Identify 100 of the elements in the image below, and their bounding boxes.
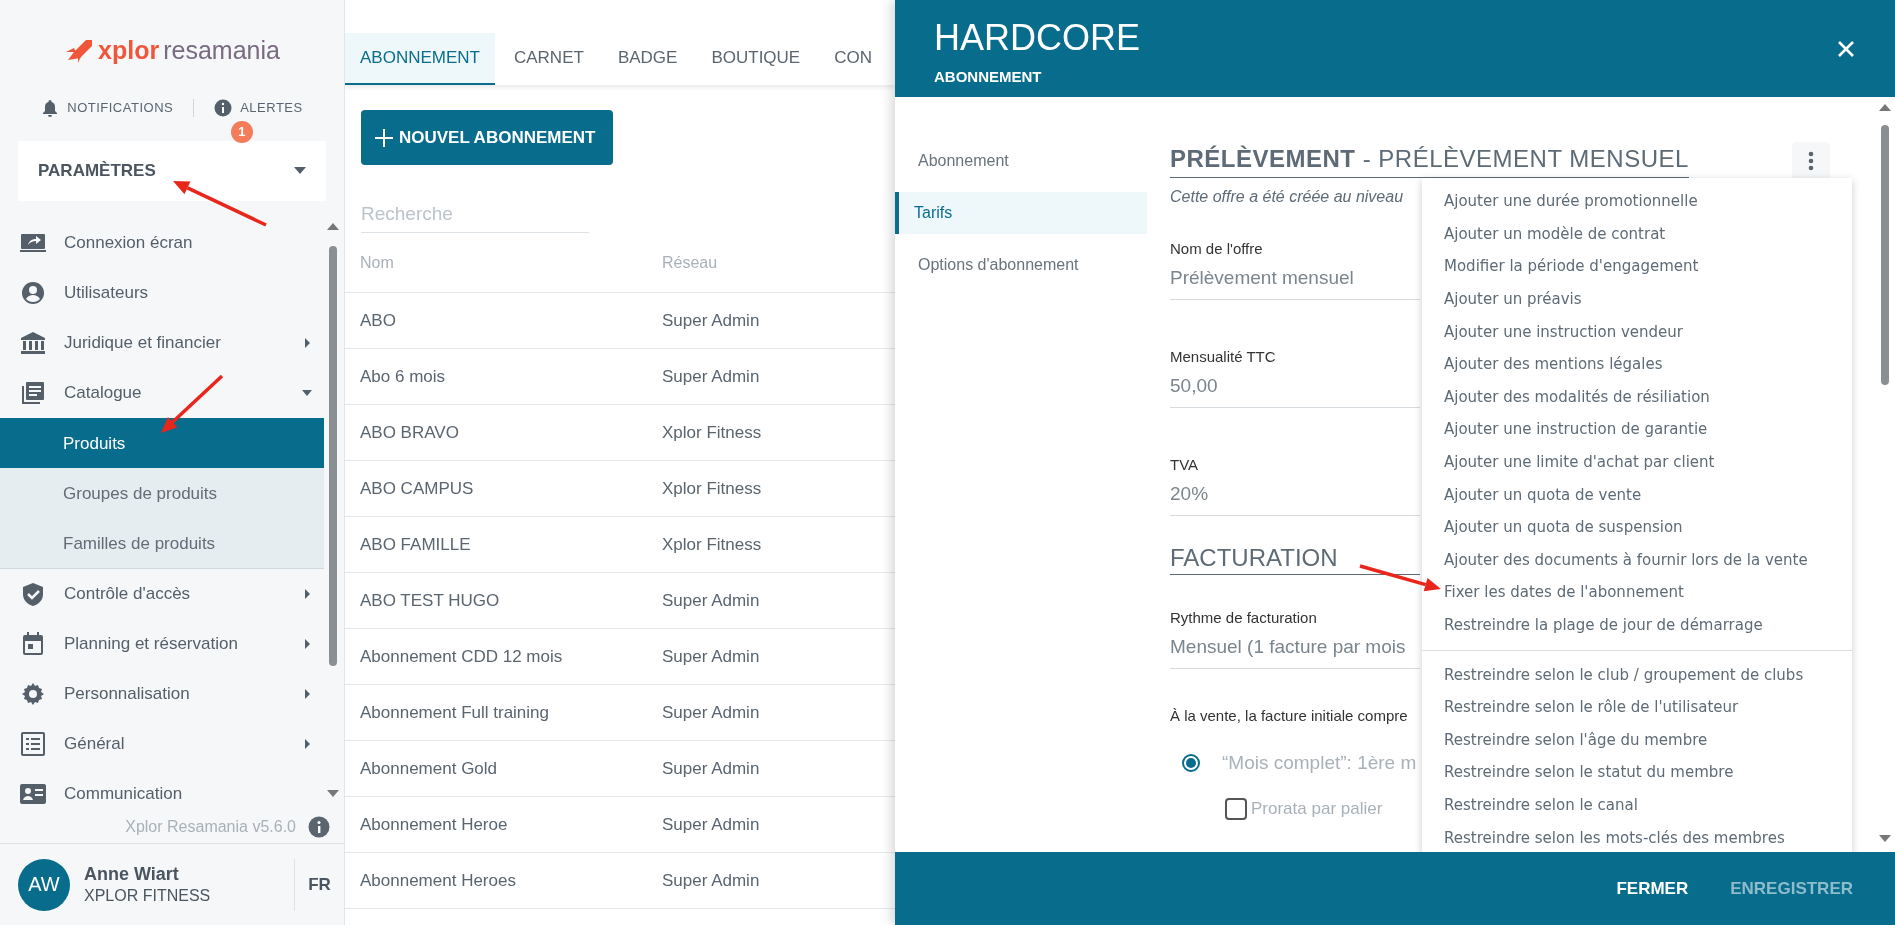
menu-item[interactable]: Restreindre selon le rôle de l'utilisateur [1422, 690, 1852, 724]
plus-icon [375, 128, 393, 147]
field-label: TVA [1170, 456, 1200, 473]
column-header: Nom [360, 253, 395, 272]
table-cell-text: Abonnement Heroe [360, 814, 509, 835]
input-field[interactable]: Mensuel (1 facture par mois [1170, 626, 1420, 669]
catalog-icon [20, 380, 46, 405]
menu-item[interactable]: Ajouter des modalités de résiliation [1422, 380, 1852, 414]
checkbox-label: Prorata par palier [1251, 799, 1383, 819]
field-label: Nom de l'offre [1170, 240, 1264, 257]
table-cell: Super Admin [662, 590, 760, 611]
menu-item[interactable]: Fixer les dates de l'abonnement [1422, 576, 1852, 609]
menu-item[interactable]: Restreindre selon l'âge du membre [1422, 723, 1852, 757]
tab[interactable]: BADGE [602, 33, 693, 85]
radio-button[interactable] [1182, 754, 1200, 772]
sidebar-subitem[interactable]: Groupes de produits [0, 467, 324, 518]
menu-item[interactable]: Restreindre selon le canal [1422, 788, 1852, 822]
menu-item[interactable]: Restreindre selon le statut du membre [1422, 756, 1852, 789]
menu-item[interactable]: Ajouter un quota de suspension [1422, 510, 1852, 544]
menu-item[interactable]: Ajouter une instruction de garantie [1422, 413, 1852, 446]
menu-item[interactable]: Ajouter un modèle de contrat [1422, 217, 1852, 251]
caret-icon [302, 387, 312, 398]
menu-item[interactable]: Ajouter une durée promotionnelle [1422, 185, 1852, 218]
caret-icon [302, 588, 312, 599]
table-cell: Super Admin [662, 758, 760, 779]
table-cell-text: ABO BRAVO [360, 422, 460, 443]
panel-title: HARDCORE [934, 18, 1140, 58]
info-icon [214, 98, 233, 117]
header-link[interactable]: NOTIFICATIONS [21, 98, 194, 117]
new-subscription-button[interactable]: NOUVEL ABONNEMENT [361, 110, 614, 165]
menu-item[interactable]: Ajouter une limite d'achat par client [1422, 445, 1852, 479]
menu-item[interactable]: Ajouter des documents à fournir lors de la vente [1422, 543, 1852, 577]
panel-nav-item[interactable]: Options d'abonnement [895, 244, 1147, 286]
gear-icon [20, 681, 46, 706]
menu-item[interactable]: Ajouter un préavis [1422, 282, 1852, 316]
table-cell: Super Admin [662, 366, 760, 387]
tab[interactable]: CARNET [498, 33, 599, 85]
table-cell-text: ABO FAMILLE [360, 534, 472, 555]
table-cell: Super Admin [662, 310, 760, 331]
menu-item[interactable]: Restreindre selon le club / groupement de clubs [1422, 658, 1852, 691]
user-avatar: AW [18, 858, 70, 911]
sidebar-item[interactable]: Personnalisation [0, 668, 324, 719]
panel-subtitle: ABONNEMENT [934, 68, 1043, 85]
annotation-arrow [161, 374, 224, 433]
table-cell: Xplor Fitness [662, 422, 762, 443]
table-cell: Xplor Fitness [662, 534, 762, 555]
kebab-icon [1808, 151, 1814, 171]
tab[interactable]: ABONNEMENT [345, 33, 495, 85]
panel-nav-item[interactable]: Abonnement [895, 140, 1147, 182]
sidebar-item[interactable]: Planning et réservation [0, 618, 324, 669]
sidebar-item[interactable]: Juridique et financier [0, 317, 324, 368]
bell-icon [41, 98, 60, 117]
panel-nav-item[interactable]: Tarifs [895, 192, 1147, 234]
table-cell-text: Abonnement CDD 12 mois [360, 646, 564, 667]
sidebar-item[interactable]: Utilisateurs [0, 267, 324, 318]
radio-label: “Mois complet”: 1ère m [1222, 752, 1417, 774]
info-icon[interactable] [308, 816, 330, 839]
caret-icon [302, 337, 312, 348]
sidebar-item[interactable]: Communication [0, 768, 324, 812]
input-field[interactable]: Prélèvement mensuel [1170, 257, 1420, 300]
footer-button[interactable]: FERMER [1604, 868, 1701, 909]
list-icon [20, 731, 46, 756]
menu-item[interactable]: Ajouter une instruction vendeur [1422, 315, 1852, 348]
user-icon [20, 280, 46, 305]
table-cell: Super Admin [662, 702, 760, 723]
menu-item[interactable]: Restreindre la plage de jour de démarrage [1422, 608, 1852, 642]
table-cell-text: ABO CAMPUS [360, 478, 475, 499]
sidebar-subitem[interactable]: Familles de produits [0, 517, 324, 568]
sidebar-subitem[interactable]: Produits [0, 417, 324, 468]
info-text: Cette offre a été créée au niveau [1170, 188, 1405, 206]
table-cell: Super Admin [662, 870, 760, 891]
menu-item[interactable]: Modifier la période d'engagement [1422, 250, 1852, 283]
field-label: À la vente, la facture initiale compre [1170, 707, 1409, 724]
table-cell-text: Abonnement Full training [360, 702, 550, 723]
table-cell-text: Abonnement Gold [360, 758, 499, 779]
menu-item[interactable]: Restreindre selon les mots-clés des membres [1422, 821, 1852, 852]
contact-card-icon [20, 781, 46, 806]
input-field[interactable]: 20% [1170, 473, 1420, 516]
sidebar-item[interactable]: Général [0, 718, 324, 769]
tab[interactable]: BOUTIQUE [696, 33, 816, 85]
checkbox[interactable] [1225, 798, 1247, 820]
user-name: Anne Wiart [84, 864, 180, 886]
organization-name: XPLOR FITNESS [84, 887, 212, 906]
table-cell-text: Abo 6 mois [360, 366, 447, 387]
close-icon [1837, 40, 1855, 58]
section-dropdown[interactable]: PARAMÈTRES [18, 140, 326, 201]
version-text: Xplor Resamania v5.6.0 [125, 818, 296, 837]
section-heading: FACTURATION [1170, 544, 1420, 575]
caret-icon [302, 688, 312, 699]
sidebar-item[interactable]: Connexion écran [0, 217, 324, 268]
input-field[interactable]: 50,00 [1170, 365, 1420, 408]
more-options-button[interactable] [1792, 142, 1830, 180]
sidebar-item[interactable]: Contrôle d'accès [0, 568, 324, 619]
logo-text: xplor [98, 36, 160, 66]
language-button[interactable]: FR [294, 858, 344, 911]
menu-item[interactable]: Ajouter des mentions légales [1422, 347, 1852, 381]
tab[interactable]: CON [819, 33, 887, 85]
field-label: Mensualité TTC [1170, 348, 1277, 365]
menu-item[interactable]: Ajouter un quota de vente [1422, 478, 1852, 511]
sidebar-item[interactable]: Catalogue [0, 367, 324, 418]
